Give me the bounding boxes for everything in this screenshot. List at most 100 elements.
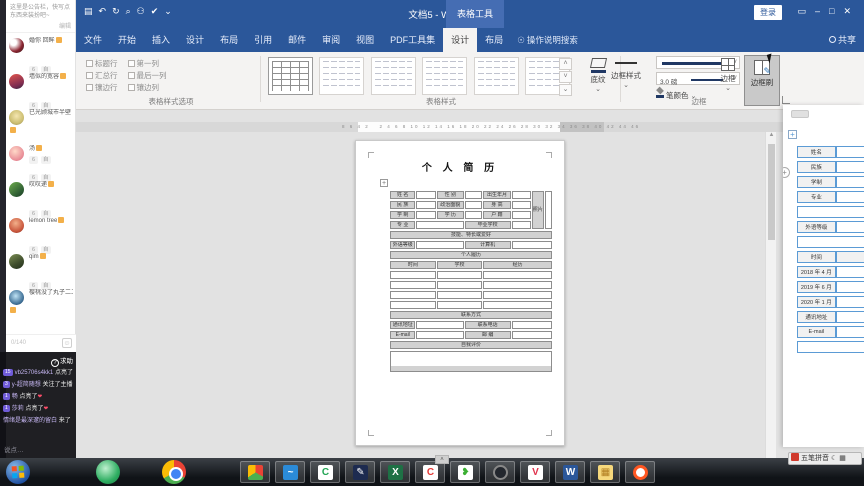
tab-layout[interactable]: 布局 xyxy=(212,28,246,52)
qat-dropdown-icon[interactable]: ⌄ xyxy=(164,6,178,16)
cell-empty[interactable] xyxy=(835,296,864,308)
cell-empty[interactable] xyxy=(464,201,483,209)
cell-label[interactable]: E-mail xyxy=(390,331,416,339)
cell-empty[interactable] xyxy=(797,341,864,353)
cell-empty[interactable] xyxy=(416,221,464,229)
cell-empty[interactable] xyxy=(511,241,552,249)
cell-empty[interactable] xyxy=(390,351,552,372)
horizontal-ruler[interactable]: 8 6 4 2 2 4 6 8 10 12 14 16 18 20 22 24 … xyxy=(76,122,783,132)
cell-label[interactable]: 户 籍 xyxy=(483,211,511,219)
cell-empty[interactable] xyxy=(835,326,864,338)
tab-insert[interactable]: 插入 xyxy=(144,28,178,52)
undo-icon[interactable]: ↶ xyxy=(99,6,113,16)
cell-empty[interactable] xyxy=(436,291,483,299)
cell-label[interactable]: 姓 名 xyxy=(390,191,416,199)
window-controls[interactable]: ▭–□✕ xyxy=(797,6,860,17)
cell-empty[interactable] xyxy=(416,201,436,209)
list-item[interactable]: 已光顾城市半壁 6自 xyxy=(6,105,75,164)
cell-empty[interactable] xyxy=(835,191,864,203)
checkbox-first-column[interactable]: 第一列 xyxy=(127,59,159,68)
cell-label[interactable]: 外语等级 xyxy=(797,221,836,233)
cell-empty[interactable] xyxy=(835,281,864,293)
list-item[interactable]: 墙似的宽容 6自 xyxy=(6,69,75,110)
scrollbar-thumb[interactable] xyxy=(768,144,775,240)
section-header-cell[interactable]: 个人履历 xyxy=(390,251,552,259)
cell-empty[interactable] xyxy=(835,311,864,323)
help-button[interactable]: ? 求助 xyxy=(51,355,73,367)
tab-review[interactable]: 审阅 xyxy=(314,28,348,52)
table-move-handle-icon[interactable]: + xyxy=(788,130,797,139)
taskbar-app-chrome[interactable] xyxy=(240,461,270,483)
cell-label[interactable]: 性 别 xyxy=(436,191,464,199)
cell-label[interactable]: 毕业学校 xyxy=(464,221,511,229)
checkbox-total-row[interactable]: 汇总行 xyxy=(86,71,118,80)
gallery-down-icon[interactable]: ˅ xyxy=(559,71,572,83)
cell-empty[interactable] xyxy=(436,301,483,309)
scroll-up-icon[interactable]: ▲ xyxy=(766,132,777,138)
cell-empty[interactable] xyxy=(797,206,864,218)
cell-empty[interactable] xyxy=(483,291,552,299)
taskbar-app-corel[interactable]: C xyxy=(415,461,445,483)
checkbox-last-column[interactable]: 最后一列 xyxy=(127,71,167,80)
cell-empty[interactable] xyxy=(835,266,864,278)
checkbox-icon[interactable] xyxy=(127,84,135,91)
vertical-scrollbar[interactable]: ▲ xyxy=(765,132,776,458)
checkbox-banded-rows[interactable]: 镶边行 xyxy=(86,83,118,92)
section-header-cell[interactable]: 联系方式 xyxy=(390,311,552,319)
taskbar-app-excel[interactable]: X xyxy=(380,461,410,483)
column-header-cell[interactable]: 学校 xyxy=(436,261,483,269)
tab-view[interactable]: 视图 xyxy=(348,28,382,52)
cell-label[interactable]: 身 高 xyxy=(483,201,511,209)
cell-empty[interactable] xyxy=(390,291,436,299)
resume-title[interactable]: 个 人 简 历 xyxy=(356,159,564,174)
quick-access-toolbar[interactable]: ▤↶↻⌕⚇✔⌄ xyxy=(84,6,178,17)
print-preview-icon[interactable]: ⌕ xyxy=(126,6,137,16)
tell-me-search[interactable]: ☉ 操作说明搜索 xyxy=(517,34,578,46)
table-style-thumbnail[interactable] xyxy=(370,57,416,95)
cell-label[interactable]: 邮 编 xyxy=(464,331,511,339)
emoji-icon[interactable]: ☺ xyxy=(62,338,72,348)
cell-label[interactable]: 民 族 xyxy=(390,201,416,209)
checkbox-icon[interactable] xyxy=(86,84,93,91)
share-button[interactable]: 共享 xyxy=(828,28,856,52)
border-styles-button[interactable]: 边框样式 ⌄ xyxy=(602,58,650,89)
tab-mailings[interactable]: 邮件 xyxy=(280,28,314,52)
tab-table-design[interactable]: 设计 xyxy=(443,28,478,52)
cell-empty[interactable] xyxy=(511,321,552,329)
cell-empty[interactable] xyxy=(483,271,552,279)
cell-empty[interactable] xyxy=(483,301,552,309)
table-style-thumbnail[interactable] xyxy=(422,57,468,95)
cell-empty[interactable] xyxy=(511,211,531,219)
taskbar-app-word[interactable]: W xyxy=(555,461,585,483)
gallery-up-icon[interactable]: ˄ xyxy=(559,58,572,70)
date-cell[interactable]: 2020 年 1 月 xyxy=(797,296,836,308)
checkbox-icon[interactable] xyxy=(86,72,93,79)
cell-label[interactable]: 联系电话 xyxy=(464,321,511,329)
tab-home[interactable]: 开始 xyxy=(110,28,144,52)
photo-cell[interactable]: 照片 xyxy=(531,191,544,229)
ime-toolbar[interactable]: 五笔拼音 ☾ ▦ xyxy=(788,452,862,465)
date-cell[interactable]: 2019 年 6 月 xyxy=(797,281,836,293)
list-item[interactable]: qim 6自 xyxy=(6,249,75,290)
announcement-composer[interactable]: 0/140 ☺ xyxy=(6,334,76,352)
cell-empty[interactable] xyxy=(797,236,864,248)
checkbox-icon[interactable] xyxy=(127,60,135,67)
list-item[interactable]: lemon tree 6自 xyxy=(6,213,75,254)
ink-icon[interactable]: ✔ xyxy=(151,6,165,16)
save-icon[interactable]: ▤ xyxy=(84,6,99,16)
list-item[interactable]: 汤 6自 xyxy=(6,141,75,182)
desktop-app-icon[interactable] xyxy=(96,460,120,484)
cell-empty[interactable] xyxy=(416,321,464,329)
moon-icon[interactable]: ☾ xyxy=(831,455,837,462)
cell-label[interactable]: 学 历 xyxy=(436,211,464,219)
browser-sphere-icon[interactable] xyxy=(162,460,186,484)
cell-empty[interactable] xyxy=(511,201,531,209)
minimize-icon[interactable]: – xyxy=(815,6,829,16)
cell-empty[interactable] xyxy=(511,191,531,199)
cell-label[interactable]: 外语等级 xyxy=(390,241,416,249)
cell-empty[interactable] xyxy=(464,211,483,219)
taskbar-app-gallery[interactable]: ▦ xyxy=(590,461,620,483)
taskbar-app-wechat[interactable]: ❥ xyxy=(450,461,480,483)
column-header-cell[interactable]: 经历 xyxy=(483,261,552,269)
table-style-thumbnail[interactable] xyxy=(319,57,365,95)
